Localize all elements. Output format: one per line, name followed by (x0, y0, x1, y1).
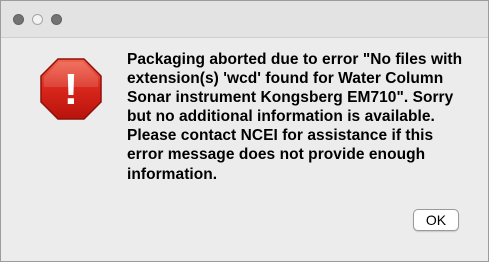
error-stop-icon: ! (40, 58, 102, 120)
minimize-icon[interactable] (32, 14, 43, 25)
ok-button[interactable]: OK (413, 209, 459, 231)
exclamation-mark: ! (64, 65, 79, 114)
dialog-window: ! Packaging aborted due to error "No fil… (0, 0, 489, 262)
error-message: Packaging aborted due to error "No files… (127, 51, 463, 183)
close-icon[interactable] (13, 14, 24, 25)
zoom-icon[interactable] (51, 14, 62, 25)
title-bar (1, 1, 488, 38)
